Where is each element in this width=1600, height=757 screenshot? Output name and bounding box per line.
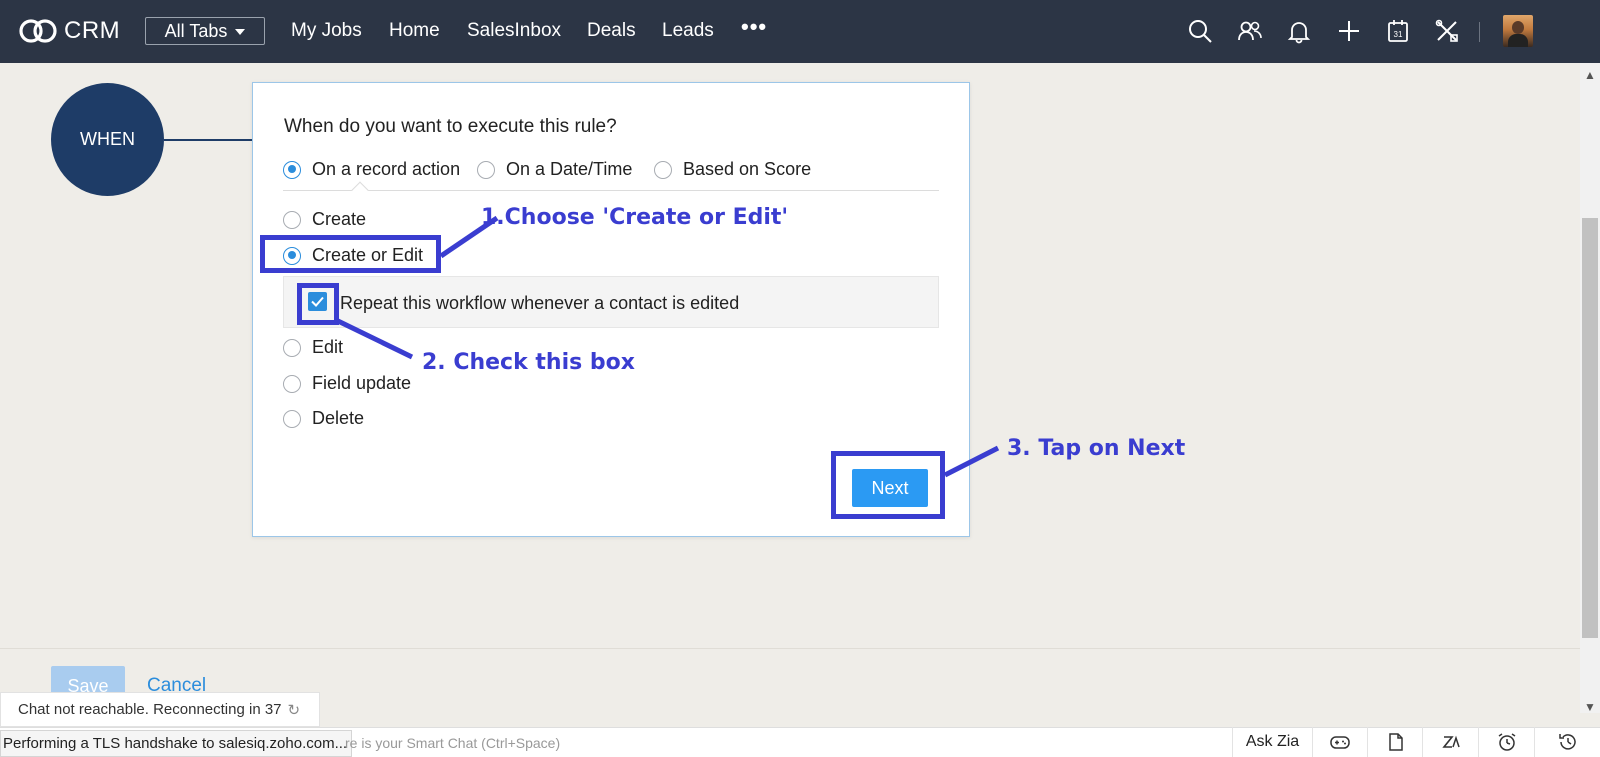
radio-button[interactable] — [283, 338, 301, 357]
brand[interactable]: CRM — [18, 14, 120, 48]
section-divider — [283, 190, 939, 191]
trigger-label: On a Date/Time — [506, 159, 633, 179]
crm-logo-icon — [19, 19, 57, 43]
radio-button[interactable] — [283, 374, 301, 393]
scrollbar-thumb[interactable] — [1582, 218, 1598, 638]
selection-notch — [351, 181, 369, 199]
toolbar-divider — [1479, 22, 1480, 42]
annotation-step-2: 2. Check this box — [422, 350, 635, 375]
nav-leads[interactable]: Leads — [662, 20, 714, 42]
panel-question: When do you want to execute this rule? — [284, 116, 617, 137]
alarm-icon[interactable] — [1478, 727, 1534, 757]
annotation-step-1: 1.Choose 'Create or Edit' — [481, 205, 789, 230]
when-node: WHEN — [51, 83, 164, 196]
action-edit[interactable]: Edit — [283, 337, 343, 358]
trigger-on-date-time[interactable]: On a Date/Time — [477, 159, 632, 180]
gamepad-icon[interactable] — [1312, 727, 1367, 757]
nav-salesinbox[interactable]: SalesInbox — [467, 20, 561, 42]
ask-zia-button[interactable]: Ask Zia — [1232, 727, 1312, 757]
action-create[interactable]: Create — [283, 209, 366, 230]
radio-button[interactable] — [283, 160, 301, 179]
avatar[interactable] — [1503, 15, 1533, 47]
when-label: WHEN — [80, 129, 135, 149]
brand-name: CRM — [64, 17, 121, 44]
radio-button[interactable] — [477, 160, 495, 179]
trigger-label: Based on Score — [683, 159, 812, 179]
action-delete[interactable]: Delete — [283, 408, 364, 429]
scroll-down-icon[interactable]: ▼ — [1584, 700, 1596, 714]
action-label: Field update — [312, 373, 412, 393]
node-connector — [164, 139, 252, 141]
annotation-highlight-checkbox — [297, 283, 339, 325]
notes-icon[interactable] — [1367, 727, 1422, 757]
action-label: Edit — [312, 337, 344, 357]
zia-icon[interactable] — [1422, 727, 1478, 757]
all-tabs-dropdown[interactable]: All Tabs — [145, 17, 265, 45]
nav-home[interactable]: Home — [389, 20, 440, 42]
scroll-up-icon[interactable]: ▲ — [1584, 68, 1596, 82]
refresh-icon[interactable]: ↻ — [288, 701, 301, 719]
action-label: Create — [312, 209, 367, 229]
all-tabs-label: All Tabs — [164, 20, 228, 41]
annotation-highlight-next — [831, 451, 945, 519]
repeat-workflow-label: Repeat this workflow whenever a contact … — [340, 293, 740, 313]
annotation-step-3: 3. Tap on Next — [1007, 436, 1186, 461]
history-icon[interactable] — [1534, 727, 1600, 757]
smart-chat-input[interactable]: re is your Smart Chat (Ctrl+Space) — [345, 735, 560, 751]
nav-deals[interactable]: Deals — [587, 20, 636, 42]
trigger-label: On a record action — [312, 159, 461, 179]
nav-my-jobs[interactable]: My Jobs — [291, 20, 362, 42]
svg-text:31: 31 — [1394, 30, 1403, 39]
action-label: Delete — [312, 408, 365, 428]
browser-status-text: Performing a TLS handshake to salesiq.zo… — [0, 730, 353, 757]
trigger-on-record-action[interactable]: On a record action — [283, 159, 460, 180]
bell-icon[interactable] — [1284, 16, 1314, 46]
chat-toast-text: Chat not reachable. Reconnecting in 37 — [18, 701, 282, 718]
annotation-highlight-create-or-edit — [260, 235, 441, 273]
tools-icon[interactable] — [1432, 16, 1462, 46]
radio-button[interactable] — [654, 160, 672, 179]
chevron-down-icon — [235, 29, 246, 35]
action-field-update[interactable]: Field update — [283, 373, 411, 394]
calendar-icon[interactable]: 31 — [1383, 16, 1413, 46]
search-icon[interactable] — [1185, 16, 1215, 46]
more-tabs-icon[interactable]: ••• — [741, 14, 767, 40]
top-navigation-bar: CRM All Tabs My Jobs Home SalesInbox Dea… — [0, 0, 1600, 63]
plus-icon[interactable] — [1334, 16, 1364, 46]
radio-button[interactable] — [283, 409, 301, 428]
radio-button[interactable] — [283, 210, 301, 229]
trigger-based-on-score[interactable]: Based on Score — [654, 159, 811, 180]
chat-reconnect-toast: Chat not reachable. Reconnecting in 37 ↻ — [0, 692, 320, 727]
users-icon[interactable] — [1235, 16, 1265, 46]
